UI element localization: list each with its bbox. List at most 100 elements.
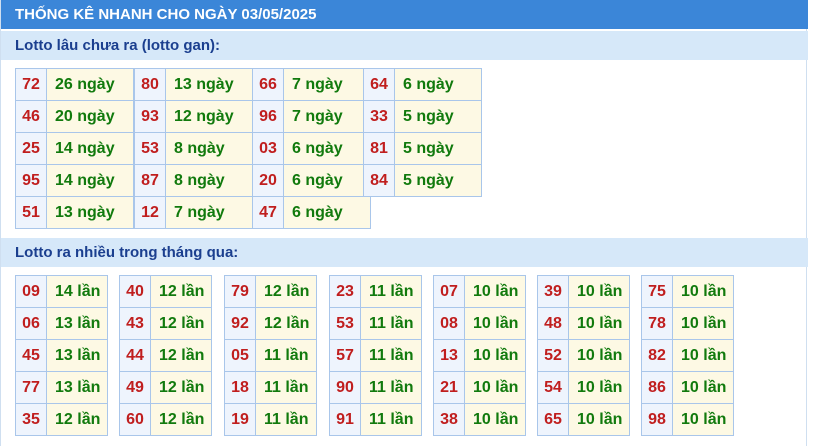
- lotto-number: 81: [363, 132, 395, 165]
- lotto-number: 40: [119, 275, 151, 308]
- lotto-count: 14 ngày: [46, 132, 134, 165]
- table-row: 54 10 lần: [537, 371, 630, 404]
- table-row: 12 7 ngày: [134, 196, 253, 229]
- lotto-number: 07: [433, 275, 465, 308]
- lotto-count: 6 ngày: [283, 196, 371, 229]
- lotto-number: 52: [537, 339, 569, 372]
- table-row: 80 13 ngày: [134, 68, 253, 101]
- lotto-count: 6 ngày: [394, 68, 482, 101]
- lotto-count: 11 lần: [360, 371, 422, 404]
- stat-table-3: 66 7 ngày 96 7 ngày 03 6 ngày 20 6 ngày 47 6 ngày: [252, 68, 371, 229]
- lotto-number: 92: [224, 307, 256, 340]
- lotto-number: 77: [15, 371, 47, 404]
- lotto-count: 6 ngày: [283, 164, 371, 197]
- table-row: 06 13 lần: [15, 307, 108, 340]
- lotto-count: 10 lần: [568, 339, 630, 372]
- lotto-count: 11 lần: [255, 371, 317, 404]
- stat-table-2: 40 12 lần 43 12 lần 44 12 lần 49 12 lần 60 12 lần: [119, 275, 212, 436]
- lotto-count: 10 lần: [568, 275, 630, 308]
- table-row: 95 14 ngày: [15, 164, 134, 197]
- lotto-number: 09: [15, 275, 47, 308]
- stat-table-3: 79 12 lần 92 12 lần 05 11 lần 18 11 lần 19 11 lần: [224, 275, 317, 436]
- page-title: THỐNG KÊ NHANH CHO NGÀY 03/05/2025: [1, 0, 808, 29]
- lotto-number: 21: [433, 371, 465, 404]
- table-row: 90 11 lần: [329, 371, 422, 404]
- table-row: 08 10 lần: [433, 307, 526, 340]
- table-row: 53 11 lần: [329, 307, 422, 340]
- table-row: 25 14 ngày: [15, 132, 134, 165]
- table-row: 57 11 lần: [329, 339, 422, 372]
- lotto-number: 98: [641, 403, 673, 436]
- lotto-number: 20: [252, 164, 284, 197]
- lotto-count: 10 lần: [672, 371, 734, 404]
- lotto-count: 5 ngày: [394, 132, 482, 165]
- lotto-count: 12 lần: [150, 275, 212, 308]
- lotto-number: 08: [433, 307, 465, 340]
- lotto-count: 7 ngày: [283, 100, 371, 133]
- lotto-number: 93: [134, 100, 166, 133]
- table-row: 18 11 lần: [224, 371, 317, 404]
- lotto-count: 10 lần: [464, 339, 526, 372]
- lotto-count: 7 ngày: [165, 196, 253, 229]
- lotto-number: 45: [15, 339, 47, 372]
- lotto-count: 12 lần: [46, 403, 108, 436]
- lotto-number: 90: [329, 371, 361, 404]
- table-row: 39 10 lần: [537, 275, 630, 308]
- table-row: 77 13 lần: [15, 371, 108, 404]
- lotto-number: 60: [119, 403, 151, 436]
- lotto-count: 11 lần: [360, 275, 422, 308]
- lotto-count: 5 ngày: [394, 164, 482, 197]
- table-row: 78 10 lần: [641, 307, 734, 340]
- lotto-number: 35: [15, 403, 47, 436]
- table-row: 46 20 ngày: [15, 100, 134, 133]
- table-row: 72 26 ngày: [15, 68, 134, 101]
- lotto-count: 11 lần: [360, 403, 422, 436]
- lotto-count: 11 lần: [360, 307, 422, 340]
- lotto-number: 13: [433, 339, 465, 372]
- lotto-count: 7 ngày: [283, 68, 371, 101]
- stats-panel: THỐNG KÊ NHANH CHO NGÀY 03/05/2025 Lotto…: [0, 0, 808, 446]
- lotto-number: 39: [537, 275, 569, 308]
- table-row: 64 6 ngày: [363, 68, 482, 101]
- lotto-number: 96: [252, 100, 284, 133]
- lotto-number: 79: [224, 275, 256, 308]
- lotto-count: 12 lần: [150, 371, 212, 404]
- table-row: 07 10 lần: [433, 275, 526, 308]
- lotto-number: 12: [134, 196, 166, 229]
- lotto-number: 75: [641, 275, 673, 308]
- lotto-number: 91: [329, 403, 361, 436]
- lotto-count: 13 lần: [46, 307, 108, 340]
- table-row: 33 5 ngày: [363, 100, 482, 133]
- lotto-count: 5 ngày: [394, 100, 482, 133]
- table-row: 47 6 ngày: [252, 196, 371, 229]
- table-row: 66 7 ngày: [252, 68, 371, 101]
- stat-table-1: 72 26 ngày 46 20 ngày 25 14 ngày 95 14 ngày 51 13…: [15, 68, 134, 229]
- lotto-number: 84: [363, 164, 395, 197]
- lotto-number: 03: [252, 132, 284, 165]
- table-row: 09 14 lần: [15, 275, 108, 308]
- stat-table-7: 75 10 lần 78 10 lần 82 10 lần 86 10 lần 98 10 lần: [641, 275, 734, 436]
- lotto-count: 11 lần: [255, 339, 317, 372]
- table-row: 21 10 lần: [433, 371, 526, 404]
- lotto-number: 78: [641, 307, 673, 340]
- table-row: 38 10 lần: [433, 403, 526, 436]
- lotto-count: 10 lần: [464, 403, 526, 436]
- lotto-number: 18: [224, 371, 256, 404]
- lotto-count: 13 ngày: [165, 68, 253, 101]
- table-row: 48 10 lần: [537, 307, 630, 340]
- table-row: 44 12 lần: [119, 339, 212, 372]
- table-row: 51 13 ngày: [15, 196, 134, 229]
- lotto-number: 25: [15, 132, 47, 165]
- lotto-count: 10 lần: [464, 275, 526, 308]
- lotto-number: 23: [329, 275, 361, 308]
- lotto-number: 43: [119, 307, 151, 340]
- lotto-count: 10 lần: [672, 307, 734, 340]
- lotto-number: 38: [433, 403, 465, 436]
- stat-table-5: 07 10 lần 08 10 lần 13 10 lần 21 10 lần 38 10 lần: [433, 275, 526, 436]
- lotto-count: 12 lần: [150, 307, 212, 340]
- lotto-number: 80: [134, 68, 166, 101]
- stat-table-4: 64 6 ngày 33 5 ngày 81 5 ngày 84 5 ngày: [363, 68, 482, 197]
- lotto-count: 12 lần: [150, 403, 212, 436]
- table-row: 45 13 lần: [15, 339, 108, 372]
- table-row: 35 12 lần: [15, 403, 108, 436]
